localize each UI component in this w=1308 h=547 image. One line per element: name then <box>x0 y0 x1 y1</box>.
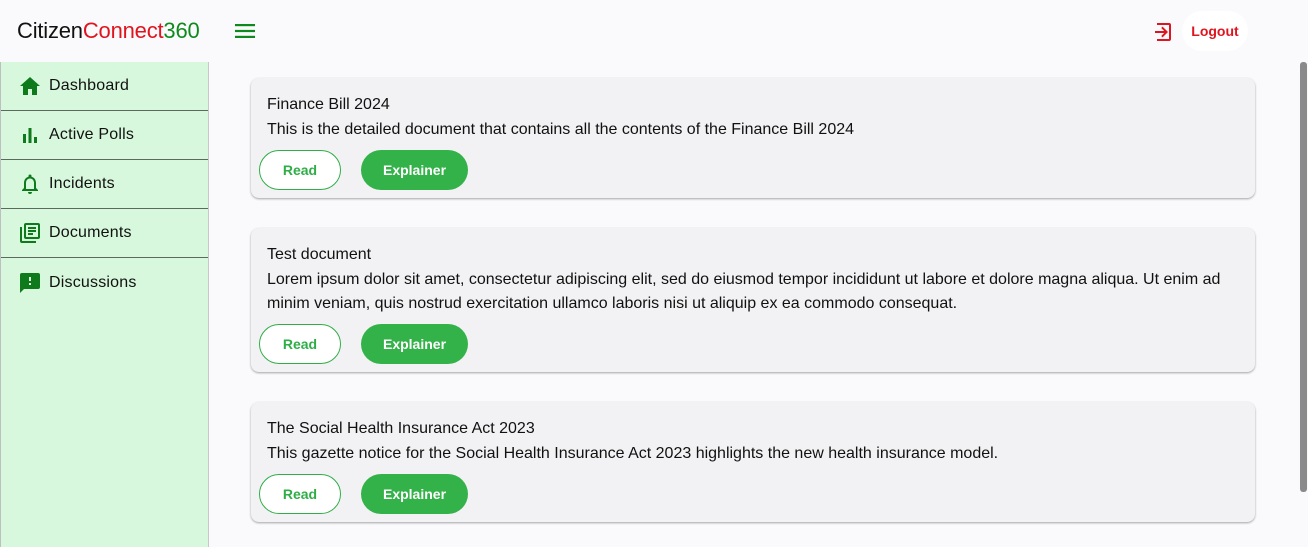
read-button[interactable]: Read <box>259 324 341 364</box>
documents-list: Finance Bill 2024 This is the detailed d… <box>209 62 1299 547</box>
document-card: Finance Bill 2024 This is the detailed d… <box>251 78 1255 198</box>
sidebar-item-label: Active Polls <box>49 126 135 143</box>
sidebar-item-discussions[interactable]: Discussions <box>1 258 208 307</box>
read-button[interactable]: Read <box>259 474 341 514</box>
document-description: Lorem ipsum dolor sit amet, consectetur … <box>267 271 1221 312</box>
explainer-button[interactable]: Explainer <box>361 324 468 364</box>
explainer-button[interactable]: Explainer <box>361 150 468 190</box>
sidebar-item-label: Documents <box>49 224 132 241</box>
read-button[interactable]: Read <box>259 150 341 190</box>
feedback-icon <box>19 272 41 294</box>
sidebar-item-incidents[interactable]: Incidents <box>1 160 208 209</box>
explainer-button[interactable]: Explainer <box>361 474 468 514</box>
sidebar-item-documents[interactable]: Documents <box>1 209 208 258</box>
logout-button[interactable]: Logout <box>1182 11 1248 51</box>
document-card: Test document Lorem ipsum dolor sit amet… <box>251 228 1255 372</box>
logout-icon[interactable] <box>1152 20 1176 44</box>
top-bar: CitizenConnect360 Logout <box>0 0 1308 62</box>
document-card: The Social Health Insurance Act 2023 Thi… <box>251 402 1255 522</box>
brand-text-360: 360 <box>163 18 200 43</box>
document-description: This is the detailed document that conta… <box>267 121 855 138</box>
sidebar-item-active-polls[interactable]: Active Polls <box>1 111 208 160</box>
sidebar: Dashboard Active Polls Incidents Documen… <box>0 62 209 547</box>
brand-logo[interactable]: CitizenConnect360 <box>17 17 200 45</box>
hamburger-menu-icon[interactable] <box>233 20 257 42</box>
library-books-icon <box>19 222 41 244</box>
brand-text-citizen: Citizen <box>17 18 83 43</box>
sidebar-item-label: Discussions <box>49 273 137 291</box>
sidebar-item-label: Dashboard <box>49 77 130 94</box>
home-icon <box>19 75 41 97</box>
vertical-scrollbar[interactable] <box>1299 62 1308 547</box>
bar-chart-icon <box>19 124 41 146</box>
brand-text-connect: Connect <box>82 18 164 43</box>
sidebar-item-label: Incidents <box>49 175 115 192</box>
document-title: Test document <box>267 246 372 263</box>
document-title: The Social Health Insurance Act 2023 <box>267 420 535 437</box>
document-description: This gazette notice for the Social Healt… <box>267 445 999 462</box>
document-title: Finance Bill 2024 <box>267 96 390 113</box>
sidebar-item-dashboard[interactable]: Dashboard <box>1 62 208 111</box>
scrollbar-thumb[interactable] <box>1300 62 1307 492</box>
bell-icon <box>19 173 41 195</box>
